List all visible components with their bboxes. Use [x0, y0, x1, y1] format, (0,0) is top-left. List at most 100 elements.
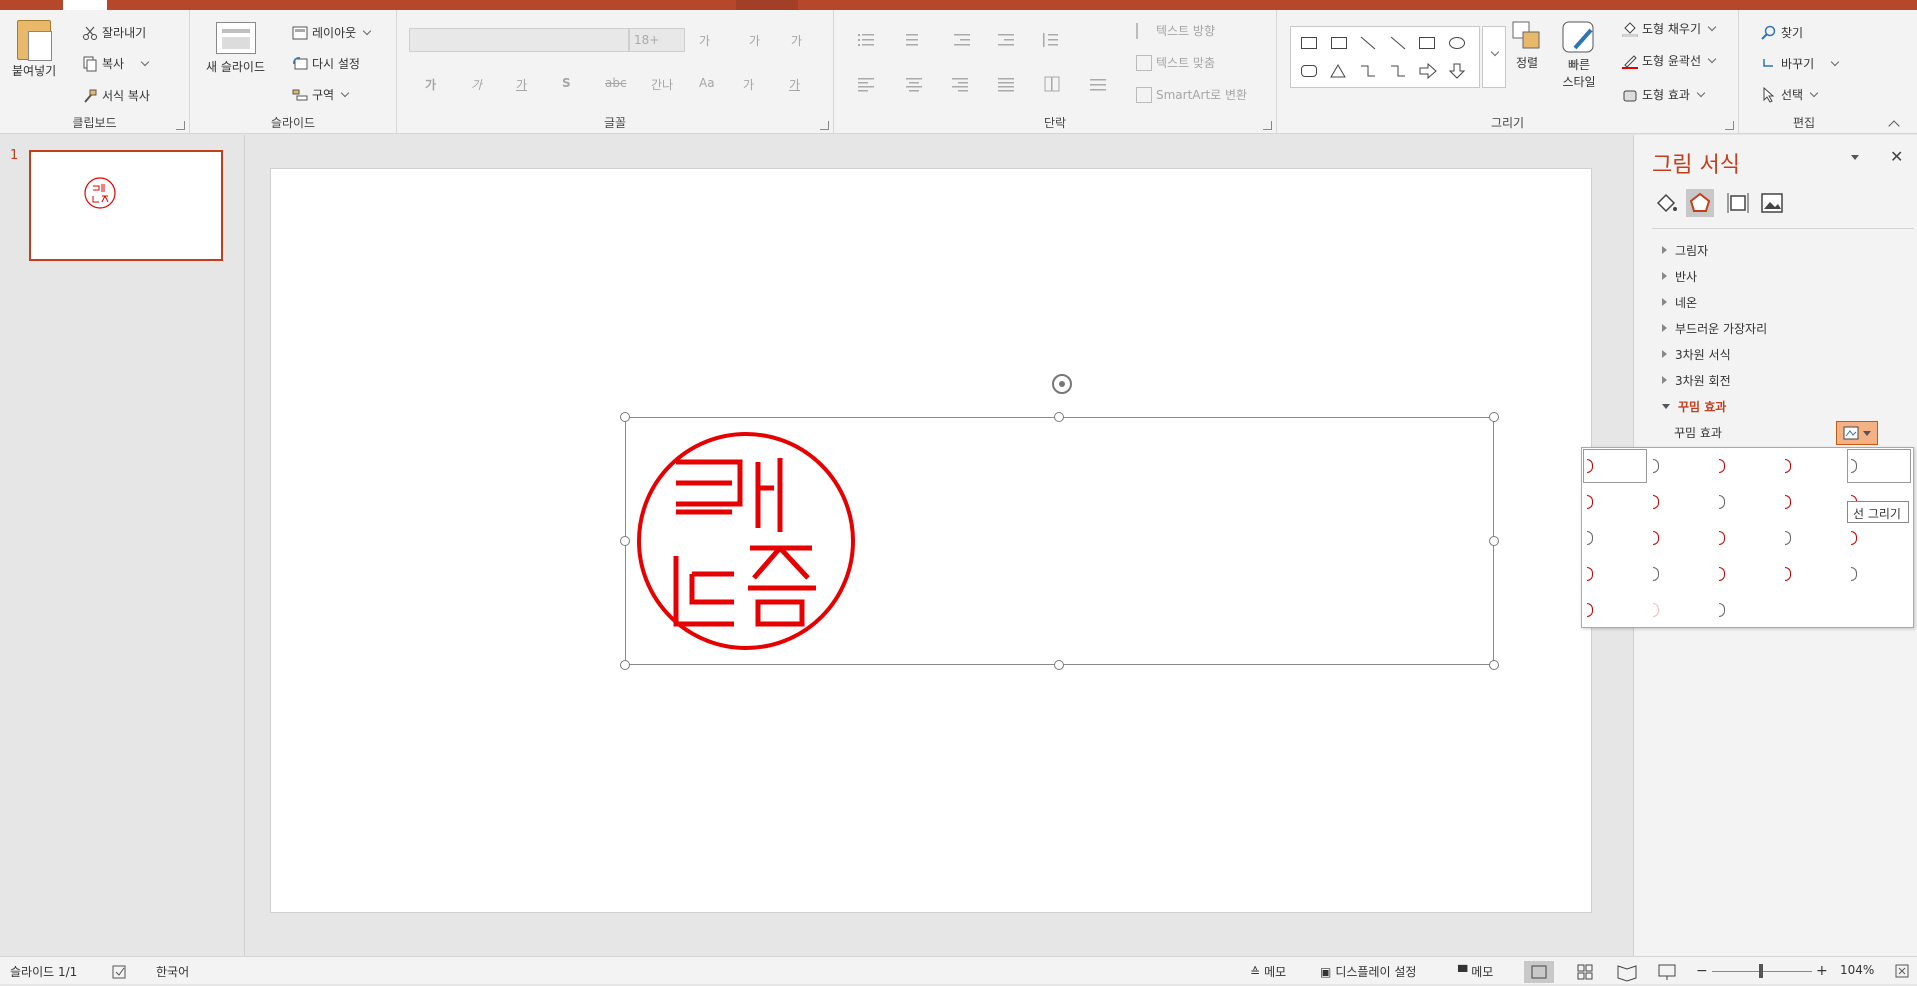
section-button[interactable]: 구역	[292, 86, 350, 103]
fill-line-icon[interactable]	[1652, 189, 1680, 217]
artistic-effect-option[interactable]	[1782, 486, 1844, 518]
zoom-out-button[interactable]: −	[1696, 963, 1708, 979]
line-shape-icon[interactable]	[1359, 35, 1377, 51]
columns-button[interactable]	[1044, 76, 1060, 92]
oval-shape-icon[interactable]	[1449, 37, 1465, 49]
increase-font-button[interactable]: 가	[699, 32, 710, 49]
replace-button[interactable]: 바꾸기	[1761, 55, 1840, 72]
justify-button[interactable]	[998, 76, 1014, 92]
bullets-button[interactable]	[858, 32, 874, 48]
arrow-line-shape-icon[interactable]	[1389, 35, 1407, 51]
new-slide-button[interactable]: 새 슬라이드	[206, 22, 265, 75]
rotate-handle[interactable]	[1052, 374, 1072, 394]
font-color-button[interactable]: 가	[789, 76, 800, 93]
resize-handle-top-right[interactable]	[1489, 412, 1499, 422]
artistic-effect-option[interactable]	[1584, 594, 1646, 626]
find-button[interactable]: 찾기	[1761, 24, 1803, 41]
distributed-button[interactable]	[1090, 76, 1106, 92]
drawing-launcher[interactable]	[1725, 121, 1734, 130]
resize-handle-bottom-right[interactable]	[1489, 660, 1499, 670]
textbox-shape-icon[interactable]	[1301, 37, 1317, 49]
slide-sorter-button[interactable]	[1570, 961, 1600, 983]
resize-handle-top[interactable]	[1054, 412, 1064, 422]
highlight-button[interactable]: 가	[743, 76, 754, 93]
quick-styles-button[interactable]: 빠른 스타일	[1561, 20, 1597, 90]
decrease-font-button[interactable]: 가	[749, 32, 760, 49]
fit-to-window-icon[interactable]	[1894, 963, 1910, 979]
artistic-effect-option[interactable]	[1848, 558, 1910, 590]
elbow-arrow-shape-icon[interactable]	[1389, 63, 1407, 79]
shapes-gallery[interactable]	[1290, 26, 1480, 88]
resize-handle-top-left[interactable]	[620, 412, 630, 422]
soft-edges-section[interactable]: 부드러운 가장자리	[1662, 315, 1767, 341]
artistic-effect-option[interactable]	[1716, 450, 1778, 482]
artistic-effect-option[interactable]	[1650, 522, 1712, 554]
shapes-more-button[interactable]	[1482, 26, 1506, 88]
effects-tab[interactable]	[1686, 189, 1714, 217]
resize-handle-bottom-left[interactable]	[620, 660, 630, 670]
align-left-button[interactable]	[858, 76, 874, 92]
bold-button[interactable]: 가	[425, 76, 436, 93]
select-button[interactable]: 선택	[1761, 86, 1819, 103]
increase-indent-button[interactable]	[998, 32, 1014, 48]
language-indicator[interactable]: 한국어	[156, 963, 189, 980]
3d-format-section[interactable]: 3차원 서식	[1662, 341, 1767, 367]
artistic-effect-option[interactable]	[1847, 449, 1911, 483]
tab-picture-format[interactable]	[736, 0, 798, 10]
notes-button[interactable]: ≙ 메모	[1250, 963, 1286, 980]
artistic-effect-option[interactable]	[1650, 450, 1712, 482]
change-case-button[interactable]: Aa	[699, 76, 715, 90]
pane-options-icon[interactable]	[1851, 155, 1859, 160]
artistic-effect-option[interactable]	[1584, 522, 1646, 554]
artistic-effect-option[interactable]	[1584, 486, 1646, 518]
align-right-button[interactable]	[952, 76, 968, 92]
text-direction-button[interactable]: 텍스트 방향	[1136, 22, 1215, 39]
arrange-button[interactable]: 정렬	[1511, 20, 1543, 71]
zoom-in-button[interactable]: +	[1816, 963, 1828, 979]
strikethrough-button[interactable]: abc	[605, 76, 627, 90]
artistic-effect-option[interactable]	[1584, 558, 1646, 590]
paragraph-launcher[interactable]	[1263, 121, 1272, 130]
reset-button[interactable]: 다시 설정	[292, 55, 360, 72]
zoom-level[interactable]: 104%	[1840, 963, 1874, 977]
font-name-box[interactable]	[409, 28, 629, 52]
picture-selection-box[interactable]	[625, 417, 1494, 665]
artistic-effect-option[interactable]	[1848, 522, 1910, 554]
normal-view-button[interactable]	[1524, 961, 1554, 983]
underline-button[interactable]: 가	[516, 76, 527, 93]
artistic-effect-option[interactable]	[1716, 522, 1778, 554]
rectangle-shape-icon[interactable]	[1419, 37, 1435, 49]
shape-effects-button[interactable]: 도형 효과	[1622, 86, 1706, 103]
copy-button[interactable]: 복사	[82, 55, 150, 72]
italic-button[interactable]: 가	[471, 76, 482, 93]
artistic-effect-option[interactable]	[1716, 558, 1778, 590]
line-spacing-button[interactable]	[1042, 32, 1058, 48]
cut-button[interactable]: 잘라내기	[82, 24, 146, 41]
resize-handle-left[interactable]	[620, 536, 630, 546]
artistic-effect-option[interactable]	[1782, 558, 1844, 590]
smartart-button[interactable]: SmartArt로 변환	[1136, 86, 1247, 103]
triangle-shape-icon[interactable]	[1329, 63, 1347, 79]
tab-home[interactable]	[63, 0, 107, 10]
reading-view-button[interactable]	[1612, 961, 1642, 983]
3d-rotation-section[interactable]: 3차원 회전	[1662, 367, 1767, 393]
artistic-effect-option[interactable]	[1716, 486, 1778, 518]
slide-thumbnail[interactable]	[29, 150, 223, 261]
spell-check-icon[interactable]	[112, 965, 128, 979]
clipboard-launcher[interactable]	[176, 121, 185, 130]
artistic-effect-option[interactable]	[1650, 558, 1712, 590]
artistic-effect-option[interactable]	[1782, 450, 1844, 482]
resize-handle-bottom[interactable]	[1054, 660, 1064, 670]
resize-handle-right[interactable]	[1489, 536, 1499, 546]
vertical-textbox-shape-icon[interactable]	[1331, 37, 1347, 49]
comments-button[interactable]: ▀ 메모	[1458, 963, 1493, 980]
artistic-effect-option[interactable]	[1716, 594, 1778, 626]
zoom-slider-thumb[interactable]	[1759, 964, 1763, 978]
reflection-section[interactable]: 반사	[1662, 263, 1767, 289]
size-properties-icon[interactable]	[1724, 189, 1752, 217]
numbering-button[interactable]	[902, 32, 918, 48]
char-spacing-button[interactable]: 간나	[651, 76, 673, 93]
decrease-indent-button[interactable]	[954, 32, 970, 48]
down-arrow-shape-icon[interactable]	[1449, 63, 1467, 79]
artistic-effects-section[interactable]: 꾸밈 효과	[1662, 393, 1767, 419]
